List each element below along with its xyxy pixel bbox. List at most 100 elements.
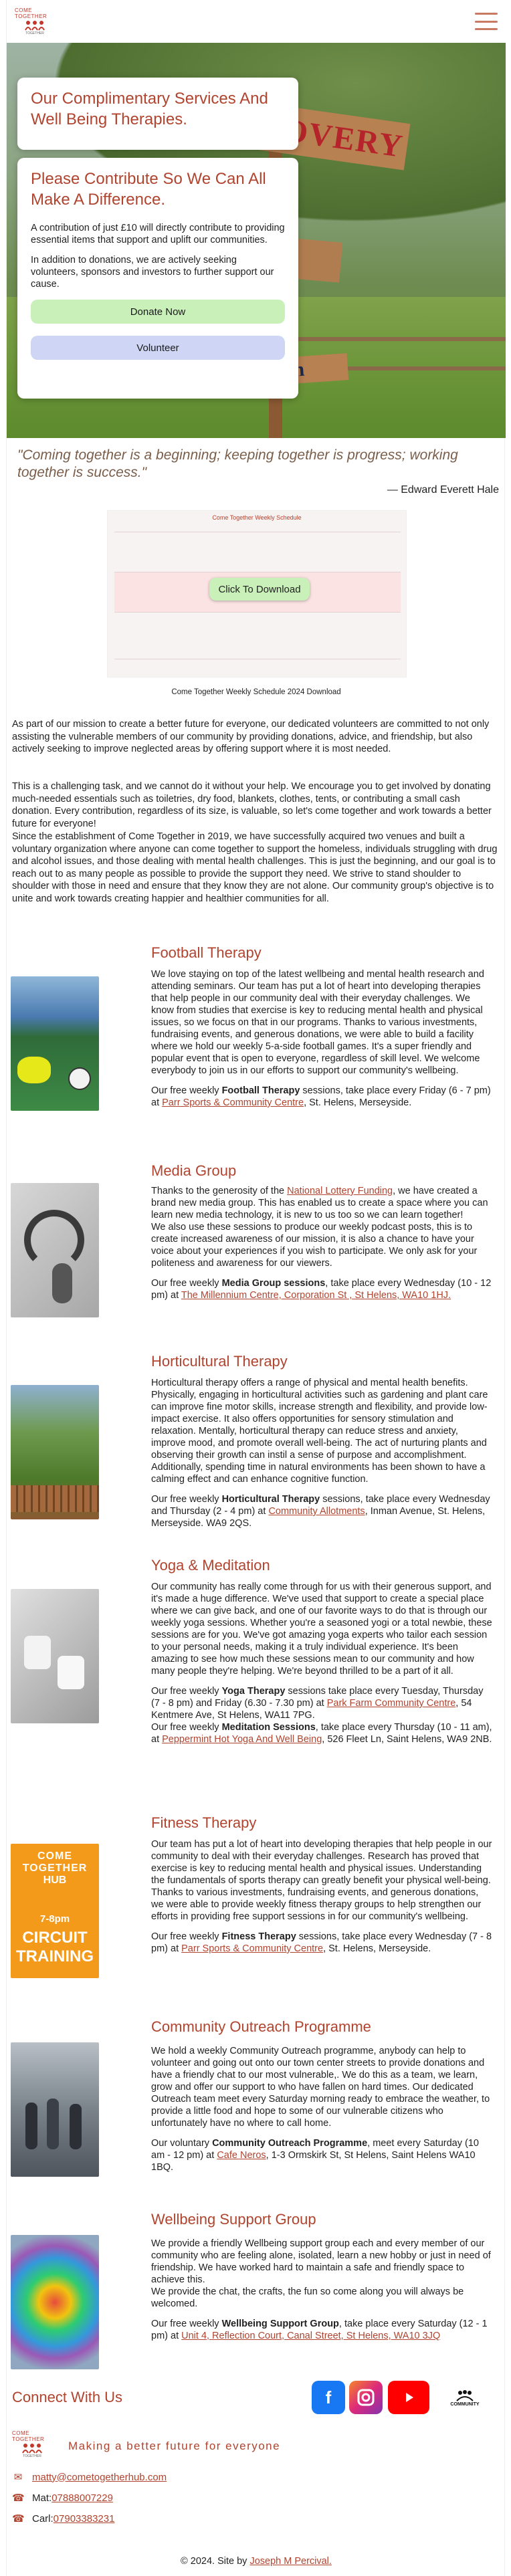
outreach-image [11,2042,99,2177]
contribute-text: A contribution of just £10 will directly… [31,223,285,245]
logo-figures-icon [22,2444,42,2454]
logo-subtext: TOGETHER [23,2454,41,2458]
copyright: © 2024. Site by Joseph M Percival. [7,2556,506,2567]
phone-icon: ☎ [12,2492,25,2504]
session-name: Meditation Sessions [221,1722,316,1733]
email-contact: ✉ matty@cometogetherhub.com [12,2471,167,2484]
session-name: Horticultural Therapy [221,1494,320,1505]
section-body: Our community has really come through fo… [151,1581,492,1745]
section-schedule-text: Our free weekly Wellbeing Support Group,… [151,2318,492,2342]
section-schedule-text: Our free weekly Yoga Therapy sessions ta… [151,1685,492,1745]
person-shape [25,2103,37,2149]
text-span: Our free weekly [151,1085,222,1096]
services-card: Our Complimentary Services And Well Bein… [17,78,298,150]
section-schedule-text: Our free weekly Fitness Therapy sessions… [151,1931,492,1955]
session-name: Fitness Therapy [221,1931,296,1942]
text-span: Our free weekly [151,1722,222,1733]
schedule-preview[interactable]: Come Together Weekly Schedule Click To D… [107,510,407,677]
text-span: Thanks to the generosity of the [151,1186,288,1196]
venue-link[interactable]: Parr Sports & Community Centre [181,1943,323,1954]
fitness-poster: COME TOGETHER HUB 7-8pm CIRCUIT TRAINING [11,1844,99,1978]
section-title: Media Group [151,1162,237,1179]
logo-text: COME TOGETHER [12,2430,45,2442]
schedule-caption: Come Together Weekly Schedule 2024 Downl… [171,688,341,696]
contribute-title: Please Contribute So We Can All Make A D… [31,170,266,209]
mandala-image [11,2235,99,2369]
hamburger-icon[interactable] [475,13,498,30]
community-badge[interactable]: COMMUNITY [441,2381,488,2414]
services-title: Our Complimentary Services And Well Bein… [31,90,268,128]
connect-title: Connect With Us [12,2389,123,2405]
text-span: Our free weekly [151,1494,222,1505]
email-link[interactable]: matty@cometogetherhub.com [32,2472,167,2483]
section-schedule-text: Our free weekly Media Group sessions, ta… [151,1277,492,1301]
section-title: Horticultural Therapy [151,1353,288,1370]
section-text: Horticultural therapy offers a range of … [151,1378,488,1485]
volunteer-text: In addition to donations, we are activel… [31,255,274,290]
poster-text: CIRCUIT [22,1929,88,1947]
youtube-icon[interactable] [388,2381,429,2414]
phone-link[interactable]: 07888007229 [52,2492,113,2504]
tagline: Making a better future for everyone [68,2440,281,2452]
session-name: Media Group sessions [221,1278,326,1289]
text-span: , 526 Fleet Ln, Saint Helens, WA9 2NB. [322,1734,492,1745]
quote-author: — Edward Everett Hale [387,484,499,496]
venue-link[interactable]: Peppermint Hot Yoga And Well Being [162,1734,322,1745]
text-span: We provide a friendly Wellbeing support … [151,2238,491,2285]
text-span: , St. Helens, Merseyside. [323,1943,431,1954]
site-footer: Connect With Us f COMMUNITY COME TOGETHE… [7,2377,506,2576]
author-link[interactable]: Joseph M Percival. [249,2556,332,2567]
section-schedule-text: Our free weekly Football Therapy session… [151,1085,492,1109]
venue-link[interactable]: Community Allotments [268,1506,365,1517]
site-header: COME TOGETHER TOGETHER [7,0,506,43]
football-image [11,976,99,1111]
poster-text: 7-8pm [39,1913,70,1925]
contact-label: Mat: [32,2492,52,2504]
copyright-text: © 2024. Site by [181,2556,250,2567]
poster-text: HUB [43,1874,67,1886]
venue-link[interactable]: The Millennium Centre, Corporation St , … [181,1290,451,1301]
section-body: We love staying on top of the latest wel… [151,968,492,1109]
section-text: We provide a friendly Wellbeing support … [151,2238,492,2310]
site-logo[interactable]: COME TOGETHER TOGETHER [15,7,55,35]
lottery-link[interactable]: National Lottery Funding [287,1186,393,1196]
schedule-row [114,613,401,659]
venue-link[interactable]: Parr Sports & Community Centre [162,1097,304,1108]
media-image [11,1183,99,1317]
phone-contact-mat: ☎ Mat: 07888007229 [12,2492,113,2504]
section-body: Our team has put a lot of heart into dev… [151,1838,492,1955]
volunteer-button[interactable]: Volunteer [31,336,285,360]
microphone-shape [52,1263,72,1303]
intro-paragraph: Since the establishment of Come Together… [12,831,498,904]
section-text: We hold a weekly Community Outreach prog… [151,2046,490,2129]
venue-link[interactable]: Cafe Neros [217,2150,266,2161]
donate-button[interactable]: Donate Now [31,300,285,324]
section-text: Our team has put a lot of heart into dev… [151,1839,492,1922]
intro-paragraph: This is a challenging task, and we canno… [12,781,492,829]
schedule-title: Come Together Weekly Schedule [212,514,302,521]
text-span: Our free weekly [151,1686,222,1697]
text-span: We also use these sessions to produce ou… [151,1222,478,1269]
section-title: Football Therapy [151,944,262,961]
raised-bed [11,1485,99,1512]
instagram-icon[interactable] [349,2381,383,2414]
phone-link[interactable]: 07903383231 [54,2513,115,2525]
download-schedule-button[interactable]: Click To Download [209,578,310,601]
venue-link[interactable]: Unit 4, Reflection Court, Canal Street, … [181,2331,440,2341]
goalkeeper-gloves [17,1057,51,1083]
text-span: Our free weekly [151,2319,222,2329]
schedule-row [114,532,401,572]
text-span: Our free weekly [151,1278,222,1289]
footer-logo[interactable]: COME TOGETHER TOGETHER [12,2430,52,2458]
section-title: Community Outreach Programme [151,2018,371,2035]
text-span: Our voluntary [151,2138,213,2149]
candle-shape [58,1656,84,1689]
section-title: Wellbeing Support Group [151,2211,316,2228]
venue-link[interactable]: Park Farm Community Centre [327,1698,456,1709]
contact-label: Carl: [32,2512,54,2525]
garden-image [11,1385,99,1519]
facebook-icon[interactable]: f [312,2381,345,2414]
logo-figures-icon [25,21,45,31]
phone-contact-carl: ☎ Carl: 07903383231 [12,2512,114,2525]
quote-text: "Coming together is a beginning; keeping… [17,447,458,480]
